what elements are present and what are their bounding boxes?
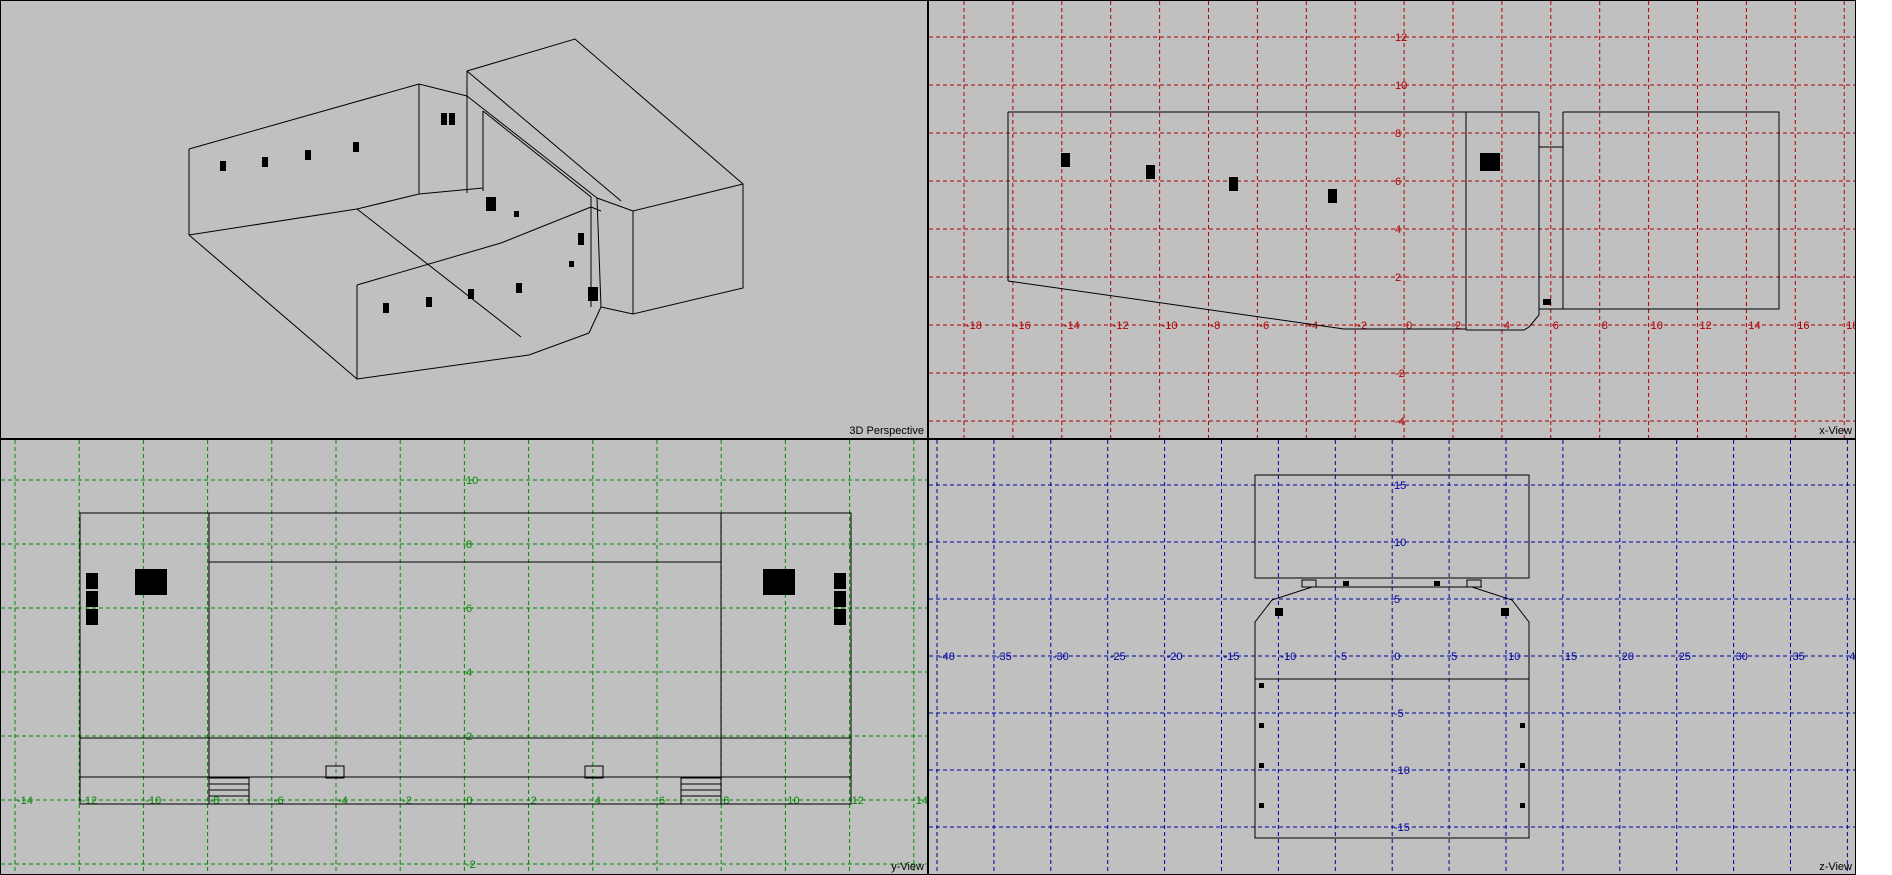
v-tick-label: 12 xyxy=(1395,32,1407,44)
v-tick-label: 10 xyxy=(1395,80,1407,92)
h-tick-label: 8 xyxy=(1602,320,1608,332)
h-tick-label: 12 xyxy=(852,795,864,807)
h-tick-label: 12 xyxy=(1700,320,1712,332)
h-tick-label: 15 xyxy=(1565,651,1577,663)
v-tick-label: -15 xyxy=(1394,822,1410,834)
y-view-canvas[interactable]: -14 -12 -10 -8 -6 -4 -2 0 2 4 6 8 10 12 14 10 8 6 4 2 -2 xyxy=(1,440,928,875)
v-tick-label: -2 xyxy=(466,859,476,871)
h-tick-label: 10 xyxy=(787,795,799,807)
z-view-viewport[interactable]: -40 -35 -30 -25 -20 -15 -10 -5 0 5 10 15 20 25 30 35 40 1… xyxy=(928,439,1856,875)
h-tick-label: -6 xyxy=(274,795,284,807)
h-tick-label: 0 xyxy=(1394,651,1400,663)
h-tick-label: -16 xyxy=(1015,320,1031,332)
y-view-geometry xyxy=(79,512,852,805)
h-tick-label: -12 xyxy=(81,795,97,807)
v-tick-label: 4 xyxy=(1395,224,1401,236)
x-view-geometry xyxy=(1007,111,1780,331)
h-tick-label: -14 xyxy=(1064,320,1080,332)
cad-workspace: 3D Perspective -18 -16 -14 -12 -10 -8 -6 -4 -2 0 2… xyxy=(0,0,1892,875)
x-view-grid: -18 -16 -14 -12 -10 -8 -6 -4 -2 0 2 4 6 8 10 12 14 16 18 12… xyxy=(929,1,1856,438)
v-tick-label: -10 xyxy=(1394,765,1410,777)
z-view-grid: -40 -35 -30 -25 -20 -15 -10 -5 0 5 10 15 20 25 30 35 40 1… xyxy=(929,440,1856,874)
h-tick-label: 20 xyxy=(1622,651,1634,663)
h-tick-label: 14 xyxy=(1748,320,1760,332)
y-view-label: y-View xyxy=(891,861,924,873)
h-tick-label: 5 xyxy=(1451,651,1457,663)
v-tick-label: -4 xyxy=(1395,416,1405,428)
x-view-label: x-View xyxy=(1819,425,1852,437)
h-tick-label: 2 xyxy=(1455,320,1461,332)
h-tick-label: -10 xyxy=(1162,320,1178,332)
x-view-viewport[interactable]: -18 -16 -14 -12 -10 -8 -6 -4 -2 0 2 4 6 8 10 12 14 16 18 12… xyxy=(928,0,1856,439)
h-tick-label: -18 xyxy=(966,320,982,332)
h-tick-label: 6 xyxy=(659,795,665,807)
h-tick-label: 10 xyxy=(1651,320,1663,332)
v-tick-label: 15 xyxy=(1394,480,1406,492)
perspective-speakers xyxy=(220,113,598,313)
h-tick-label: -8 xyxy=(1211,320,1221,332)
h-tick-label: 35 xyxy=(1793,651,1805,663)
h-tick-label: -12 xyxy=(1113,320,1129,332)
y-view-speakers xyxy=(86,569,846,625)
v-tick-label: 8 xyxy=(1395,128,1401,140)
h-tick-label: 2 xyxy=(531,795,537,807)
h-tick-label: -8 xyxy=(210,795,220,807)
h-tick-label: 18 xyxy=(1846,320,1856,332)
z-view-canvas[interactable]: -40 -35 -30 -25 -20 -15 -10 -5 0 5 10 15 20 25 30 35 40 1… xyxy=(929,440,1856,875)
h-tick-label: -4 xyxy=(338,795,348,807)
v-tick-label: 5 xyxy=(1394,594,1400,606)
h-tick-label: 0 xyxy=(466,795,472,807)
h-tick-label: -10 xyxy=(1280,651,1296,663)
perspective-canvas[interactable] xyxy=(1,1,928,439)
h-tick-label: 30 xyxy=(1736,651,1748,663)
v-tick-label: 6 xyxy=(1395,176,1401,188)
y-view-grid: -14 -12 -10 -8 -6 -4 -2 0 2 4 6 8 10 12 14 10 8 6 4 2 -2 xyxy=(1,440,928,874)
h-tick-label: 10 xyxy=(1508,651,1520,663)
h-tick-label: -14 xyxy=(17,795,33,807)
v-tick-label: 2 xyxy=(1395,272,1401,284)
y-view-viewport[interactable]: -14 -12 -10 -8 -6 -4 -2 0 2 4 6 8 10 12 14 10 8 6 4 2 -2 xyxy=(0,439,928,875)
perspective-label: 3D Perspective xyxy=(849,425,924,437)
z-view-label: z-View xyxy=(1819,861,1852,873)
v-tick-label: 4 xyxy=(466,667,472,679)
h-tick-label: -10 xyxy=(145,795,161,807)
h-tick-label: 4 xyxy=(595,795,601,807)
perspective-viewport[interactable]: 3D Perspective xyxy=(0,0,928,439)
h-tick-label: -40 xyxy=(939,651,955,663)
h-tick-label: -5 xyxy=(1337,651,1347,663)
v-tick-label: 10 xyxy=(1394,537,1406,549)
h-tick-label: -20 xyxy=(1167,651,1183,663)
h-tick-label: 0 xyxy=(1406,320,1412,332)
h-tick-label: 8 xyxy=(723,795,729,807)
v-tick-label: -5 xyxy=(1394,708,1404,720)
h-tick-label: -2 xyxy=(402,795,412,807)
h-tick-label: 40 xyxy=(1849,651,1856,663)
h-tick-label: 14 xyxy=(916,795,928,807)
h-tick-label: 16 xyxy=(1797,320,1809,332)
h-tick-label: 25 xyxy=(1679,651,1691,663)
v-tick-label: 2 xyxy=(466,731,472,743)
h-tick-label: 6 xyxy=(1553,320,1559,332)
h-tick-label: -25 xyxy=(1110,651,1126,663)
h-tick-label: -6 xyxy=(1259,320,1269,332)
h-tick-label: -15 xyxy=(1224,651,1240,663)
perspective-geometry xyxy=(188,38,744,380)
h-tick-label: -4 xyxy=(1308,320,1318,332)
v-tick-label: 10 xyxy=(466,475,478,487)
v-tick-label: 6 xyxy=(466,603,472,615)
h-tick-label: -30 xyxy=(1053,651,1069,663)
h-tick-label: -35 xyxy=(996,651,1012,663)
v-tick-label: 8 xyxy=(466,539,472,551)
h-tick-label: -2 xyxy=(1357,320,1367,332)
x-view-canvas[interactable]: -18 -16 -14 -12 -10 -8 -6 -4 -2 0 2 4 6 8 10 12 14 16 18 12… xyxy=(929,1,1856,439)
v-tick-label: -2 xyxy=(1395,368,1405,380)
